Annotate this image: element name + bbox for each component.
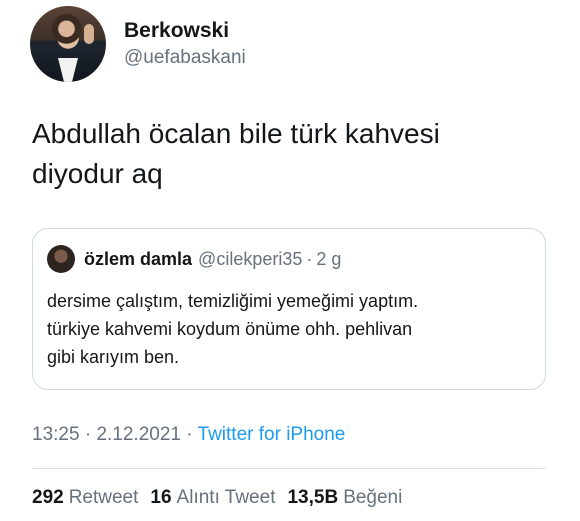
quoted-text-line: türkiye kahvemi koydum önüme ohh. pehliv… (47, 319, 413, 339)
author-avatar[interactable] (30, 6, 106, 82)
quoted-timestamp: 2 g (316, 248, 342, 269)
avatar-hand-detail (84, 24, 94, 44)
quoted-author-avatar (47, 245, 75, 273)
author-display-name[interactable]: Berkowski (124, 18, 246, 44)
quoted-tweet-header: özlem damla @cilekperi35 · 2 g (47, 245, 341, 273)
quotes-label: Alıntı Tweet (176, 487, 276, 508)
retweets-stat[interactable]: 292 Retweet (32, 487, 138, 509)
quotes-stat[interactable]: 16 Alıntı Tweet (150, 487, 275, 509)
likes-stat[interactable]: 13,5B Beğeni (287, 487, 402, 509)
tweet-stats: 292 Retweet 16 Alıntı Tweet 13,5B Beğeni (32, 487, 414, 509)
tweet-text-line: diyodur aq (32, 158, 163, 189)
tweet-meta: 13:25 · 2.12.2021 · Twitter for iPhone (32, 424, 345, 446)
likes-count: 13,5B (287, 487, 339, 508)
quoted-author-handle: @cilekperi35 (198, 248, 303, 269)
quoted-author-name: özlem damla (84, 248, 193, 269)
tweet-time[interactable]: 13:25 (32, 424, 80, 445)
tweet-card: Berkowski @uefabaskani Abdullah öcalan b… (0, 0, 580, 521)
quoted-tweet[interactable]: özlem damla @cilekperi35 · 2 g dersime ç… (32, 228, 546, 390)
tweet-text: Abdullah öcalan bile türk kahvesi diyodu… (32, 114, 552, 194)
divider (32, 468, 546, 469)
author-handle[interactable]: @uefabaskani (124, 46, 246, 70)
retweets-label: Retweet (68, 487, 139, 508)
quotes-count: 16 (150, 487, 172, 508)
retweets-count: 292 (32, 487, 64, 508)
quoted-text-line: dersime çalıştım, temizliğimi yemeğimi y… (47, 291, 419, 311)
author-names: Berkowski @uefabaskani (124, 18, 246, 70)
meta-separator: · (84, 424, 97, 445)
meta-separator: · (186, 424, 198, 445)
quoted-separator: · (306, 248, 313, 269)
likes-label: Beğeni (343, 487, 403, 508)
tweet-text-line: Abdullah öcalan bile türk kahvesi (32, 118, 440, 149)
tweet-header: Berkowski @uefabaskani (30, 6, 246, 82)
tweet-date[interactable]: 2.12.2021 (96, 424, 181, 445)
quoted-text-line: gibi karıyım ben. (47, 347, 180, 367)
quoted-tweet-text: dersime çalıştım, temizliğimi yemeğimi y… (47, 287, 537, 371)
tweet-source-link[interactable]: Twitter for iPhone (198, 424, 346, 445)
